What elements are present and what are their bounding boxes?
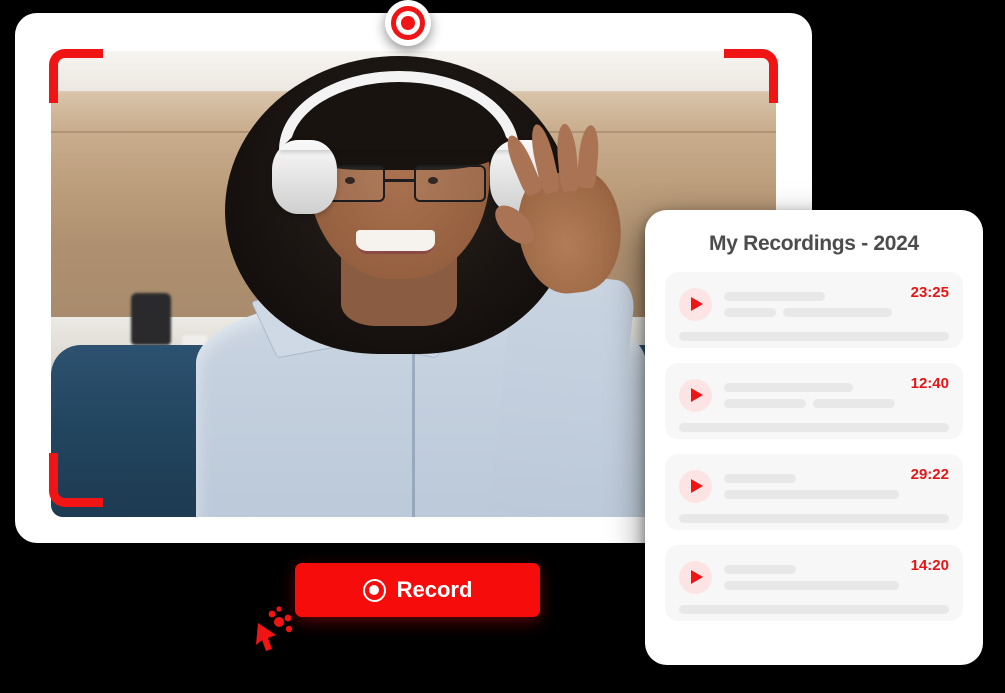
crop-bracket-top-right	[724, 49, 778, 103]
recording-item-top-row: 12:40	[679, 375, 949, 414]
recording-placeholder-lines	[724, 382, 899, 408]
placeholder-bar	[724, 398, 807, 408]
glasses-lens-right	[413, 165, 486, 203]
placeholder-bar	[724, 473, 796, 483]
recording-item-bottom-row	[679, 514, 949, 523]
background-kettle	[130, 293, 171, 346]
record-indicator-ring	[391, 6, 425, 40]
placeholder-bar	[724, 307, 777, 317]
placeholder-bar	[724, 580, 899, 590]
placeholder-bar	[724, 382, 854, 392]
play-icon[interactable]	[679, 469, 712, 503]
recording-item-bottom-row	[679, 423, 949, 432]
recording-list-item[interactable]: 12:40	[665, 363, 963, 439]
record-indicator[interactable]	[385, 0, 431, 46]
recording-duration: 14:20	[910, 557, 949, 574]
placeholder-bar	[679, 514, 949, 523]
recording-placeholder-lines	[724, 564, 899, 590]
recording-placeholder-lines	[724, 473, 899, 499]
screenshot-stage: Record My Recordings - 2024 23:25 12:40 …	[0, 0, 1005, 693]
record-indicator-dot	[401, 16, 415, 30]
crop-bracket-bottom-left	[49, 453, 103, 507]
recording-list-item[interactable]: 29:22	[665, 454, 963, 530]
placeholder-bar	[724, 291, 826, 301]
recording-duration: 12:40	[910, 375, 949, 392]
recording-item-bottom-row	[679, 332, 949, 341]
recording-list-item[interactable]: 14:20	[665, 545, 963, 621]
play-icon[interactable]	[679, 560, 712, 594]
placeholder-bar	[813, 398, 896, 408]
panel-title: My Recordings - 2024	[709, 232, 919, 255]
recording-duration: 29:22	[910, 466, 949, 483]
click-cursor-icon	[248, 605, 296, 655]
crop-bracket-top-left	[49, 49, 103, 103]
placeholder-bar	[724, 564, 796, 574]
placeholder-bar	[783, 307, 892, 317]
placeholder-bar	[679, 423, 949, 432]
recording-list-item[interactable]: 23:25	[665, 272, 963, 348]
recording-item-top-row: 29:22	[679, 466, 949, 505]
record-button-label: Record	[396, 577, 473, 602]
placeholder-bar	[679, 332, 949, 341]
play-icon[interactable]	[679, 378, 712, 412]
placeholder-bar	[724, 489, 899, 499]
recording-item-bottom-row	[679, 605, 949, 614]
play-icon[interactable]	[679, 287, 712, 321]
record-button[interactable]: Record	[295, 563, 540, 617]
glasses-bridge	[384, 179, 414, 182]
recording-duration: 23:25	[910, 284, 949, 301]
recording-placeholder-lines	[724, 291, 899, 317]
recording-item-top-row: 14:20	[679, 557, 949, 596]
headphone-cup-left	[272, 139, 338, 215]
placeholder-bar	[679, 605, 949, 614]
person-smile	[355, 230, 436, 254]
recordings-panel: My Recordings - 2024 23:25 12:40 29:22 1…	[645, 210, 983, 665]
recording-item-top-row: 23:25	[679, 284, 949, 323]
record-circle-icon	[362, 578, 386, 602]
